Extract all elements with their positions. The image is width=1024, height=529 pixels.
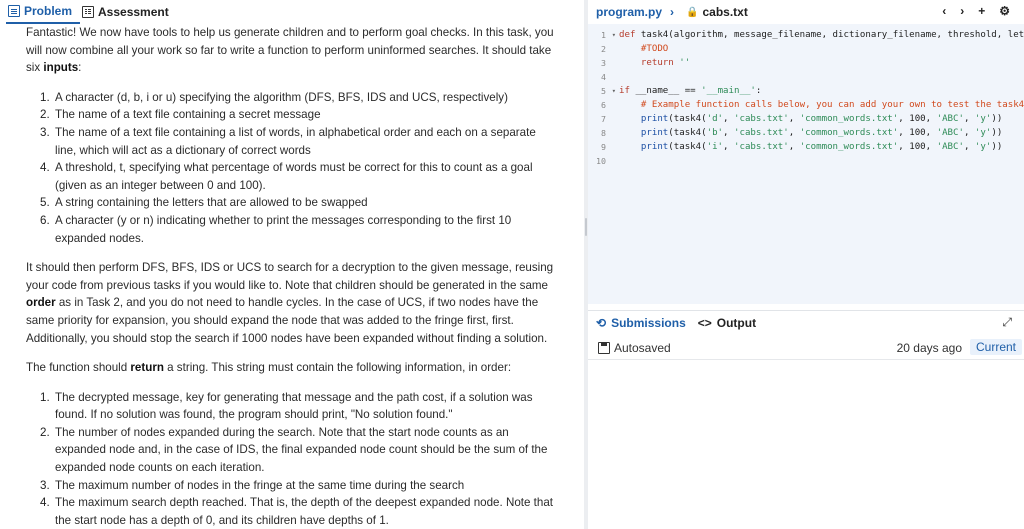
output-item-text: The number of nodes expanded during the …: [55, 425, 548, 475]
problem-pane: Problem Assessment Fantastic! We now hav…: [0, 0, 584, 529]
search-bold: order: [26, 296, 56, 310]
save-icon: [598, 341, 610, 354]
editor-tabbar: program.py › 🔒 cabs.txt ‹ › + ⚙: [588, 0, 1024, 24]
code-line[interactable]: if __name__ == '__main__':: [619, 84, 1024, 98]
tab-assessment[interactable]: Assessment: [80, 0, 177, 24]
code-icon: <>: [697, 315, 712, 330]
list-item: 4. A threshold, t, specifying what percen…: [40, 161, 533, 192]
code-lines: def task4(algorithm, message_filename, d…: [619, 28, 1024, 168]
list-item: 3. The maximum number of nodes in the fri…: [40, 478, 465, 492]
tab-cabs-txt[interactable]: 🔒 cabs.txt: [686, 0, 760, 24]
document-icon: [8, 5, 20, 17]
code-line[interactable]: print(task4('d', 'cabs.txt', 'common_wor…: [619, 112, 1024, 126]
tab-submissions[interactable]: ⟲ Submissions: [596, 311, 698, 335]
list-item: 6. A character (y or n) indicating whethe…: [40, 213, 512, 245]
input-item-text: The name of a text file containing a lis…: [55, 125, 536, 157]
list-item: 1. The decrypted message, key for generat…: [40, 390, 533, 422]
gear-icon[interactable]: ⚙: [999, 4, 1010, 18]
list-item: 4. The maximum search depth reached. That…: [40, 496, 553, 527]
return-paragraph: The function should return a string. Thi…: [26, 359, 556, 377]
list-item: 3. The name of a text file containing a l…: [40, 125, 536, 157]
search-text: It should then perform DFS, BFS, IDS or …: [26, 261, 554, 292]
code-line[interactable]: def task4(algorithm, message_filename, d…: [619, 28, 1024, 42]
code-editor[interactable]: 1 ▾ 2 3 4 5 ▾ 6 7 8 9 10 def task4(algorit…: [588, 24, 1024, 304]
return-text-rest: a string. This string must contain the f…: [163, 361, 512, 375]
tab-output-label: Output: [716, 315, 757, 330]
return-bold: return: [130, 361, 164, 375]
code-line[interactable]: print(task4('i', 'cabs.txt', 'common_wor…: [619, 140, 1024, 154]
outputs-list: 1. The decrypted message, key for generat…: [26, 389, 556, 529]
editor-actions: ‹ › + ⚙: [942, 4, 1010, 18]
line-number: 1 ▾: [601, 30, 616, 40]
line-number: 3: [601, 58, 606, 68]
code-line[interactable]: return '': [619, 56, 1024, 70]
line-number: 2: [601, 44, 606, 54]
code-line[interactable]: #TODO: [619, 42, 1024, 56]
fold-arrow-icon[interactable]: ▾: [612, 28, 616, 42]
list-item: 1. A character (d, b, i or u) specifying …: [40, 90, 508, 104]
line-number: 6: [601, 100, 606, 110]
search-text-rest: as in Task 2, and you do not need to han…: [26, 296, 548, 345]
input-item-text: A character (y or n) indicating whether …: [55, 213, 512, 245]
intro-bold: inputs: [43, 61, 79, 75]
list-item: 2. The name of a text file containing a s…: [40, 108, 321, 122]
tab-assessment-label: Assessment: [98, 5, 169, 19]
autosave-status: Autosaved: [614, 340, 671, 355]
prev-tab-icon[interactable]: ‹: [942, 4, 946, 18]
input-item-text: A threshold, t, specifying what percenta…: [55, 161, 533, 192]
line-number: 9: [601, 142, 606, 152]
chevron-right-icon: ›: [670, 5, 675, 19]
line-number: 8: [601, 128, 606, 138]
return-text: The function should: [26, 361, 131, 375]
expand-icon[interactable]: ⤢: [1002, 315, 1012, 330]
line-gutter: 1 ▾ 2 3 4 5 ▾ 6 7 8 9 10: [588, 28, 616, 168]
left-tabbar: Problem Assessment: [0, 0, 584, 24]
bottom-tabbar: ⟲ Submissions <> Output ⤢: [588, 310, 1024, 334]
tab-cabs-txt-label: cabs.txt: [702, 5, 748, 19]
submission-row[interactable]: Autosaved 20 days ago Current: [588, 336, 1024, 360]
tab-problem[interactable]: Problem: [6, 0, 81, 24]
intro-text: Fantastic! We now have tools to help us …: [26, 26, 554, 75]
code-line[interactable]: [619, 70, 1024, 84]
problem-content: Fantastic! We now have tools to help us …: [26, 24, 556, 529]
editor-pane: program.py › 🔒 cabs.txt ‹ › + ⚙ 1 ▾ 2 3 4…: [588, 0, 1024, 529]
history-icon: ⟲: [596, 315, 607, 330]
next-tab-icon[interactable]: ›: [960, 4, 964, 18]
output-item-text: The decrypted message, key for generatin…: [55, 390, 533, 422]
code-line[interactable]: print(task4('b', 'cabs.txt', 'common_wor…: [619, 126, 1024, 140]
tab-program-py-label: program.py: [596, 5, 663, 19]
output-item-text: The maximum number of nodes in the fring…: [55, 478, 465, 492]
list-item: 2. The number of nodes expanded during th…: [40, 425, 548, 475]
tab-program-py[interactable]: program.py ›: [596, 0, 686, 24]
code-line[interactable]: [619, 154, 1024, 168]
lock-icon: 🔒: [686, 6, 699, 18]
input-item-text: The name of a text file containing a sec…: [55, 108, 321, 122]
tab-output[interactable]: <> Output: [698, 311, 768, 335]
code-line[interactable]: # Example function calls below, you can …: [619, 98, 1024, 112]
current-badge: Current: [969, 339, 1022, 355]
tab-problem-label: Problem: [24, 4, 73, 18]
fold-arrow-icon[interactable]: ▾: [612, 84, 616, 98]
line-number: 7: [601, 114, 606, 124]
line-number: 10: [596, 156, 606, 166]
input-item-text: A character (d, b, i or u) specifying th…: [55, 90, 508, 104]
line-number: 5 ▾: [601, 86, 616, 96]
output-item-text: The maximum search depth reached. That i…: [55, 496, 553, 527]
intro-suffix: :: [78, 61, 82, 75]
splitter-grip[interactable]: [585, 218, 587, 236]
line-number: 4: [601, 72, 606, 82]
add-file-icon[interactable]: +: [978, 4, 985, 18]
submission-time: 20 days ago: [896, 340, 962, 355]
checklist-icon: [82, 6, 95, 18]
input-item-text: A string containing the letters that are…: [55, 196, 368, 210]
search-paragraph: It should then perform DFS, BFS, IDS or …: [26, 259, 556, 347]
tab-submissions-label: Submissions: [611, 315, 686, 330]
intro-paragraph: Fantastic! We now have tools to help us …: [26, 24, 556, 77]
list-item: 5. A string containing the letters that a…: [40, 196, 368, 210]
inputs-list: 1. A character (d, b, i or u) specifying …: [26, 89, 556, 247]
